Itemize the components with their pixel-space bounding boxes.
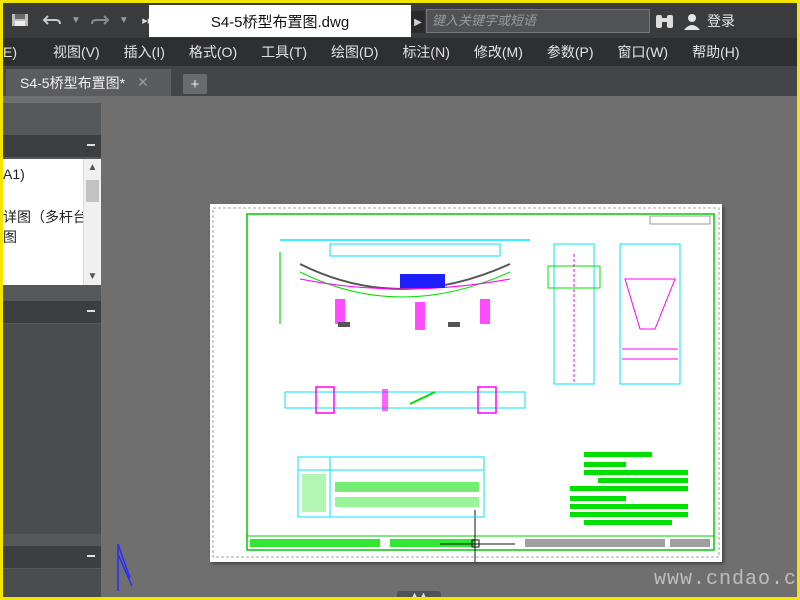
drawing-sheet	[212, 207, 720, 576]
collapse-icon[interactable]	[87, 310, 95, 312]
menu-item-parametric[interactable]: 参数(P)	[535, 42, 606, 62]
layout-paper	[210, 204, 722, 576]
menu-item-help[interactable]: 帮助(H)	[680, 42, 751, 62]
vertical-scrollbar[interactable]: ▲ ▼	[83, 159, 101, 285]
collapse-icon[interactable]	[87, 555, 95, 557]
undo-dropdown-icon[interactable]: ▼	[71, 15, 81, 26]
panel-header	[3, 301, 101, 323]
user-icon	[684, 14, 700, 30]
menu-item-tools[interactable]: 工具(T)	[249, 42, 319, 62]
list-item[interactable]: A1)	[3, 166, 25, 182]
binoculars-icon[interactable]	[654, 12, 676, 30]
expand-icon[interactable]: ▶	[411, 11, 425, 33]
search-input[interactable]: 键入关键字或短语	[426, 9, 650, 33]
menu-item-edit[interactable]: E)	[3, 44, 41, 60]
title-bar: ▼ ▼ ▸▸ S4-5桥型布置图.dwg ▶ 键入关键字或短语 登录	[3, 3, 797, 38]
menu-item-insert[interactable]: 插入(I)	[112, 42, 177, 62]
panel-body	[3, 569, 101, 597]
login-label[interactable]: 登录	[707, 11, 735, 31]
menu-item-draw[interactable]: 绘图(D)	[319, 42, 390, 62]
document-title: S4-5桥型布置图.dwg	[149, 5, 411, 37]
file-tab-bar: S4-5桥型布置图* ✕ +	[3, 66, 797, 96]
quick-access-toolbar: ▼ ▼ ▸▸	[7, 7, 161, 33]
redo-icon[interactable]	[87, 9, 113, 31]
close-icon[interactable]: ✕	[137, 74, 149, 91]
app-window: ▼ ▼ ▸▸ S4-5桥型布置图.dwg ▶ 键入关键字或短语 登录 E) 视图…	[3, 3, 797, 597]
menu-bar: E) 视图(V) 插入(I) 格式(O) 工具(T) 绘图(D) 标注(N) 修…	[3, 38, 797, 66]
drawing-canvas[interactable]	[104, 96, 797, 597]
save-icon[interactable]	[7, 9, 33, 31]
tool-palette: A1) 详图（多杆台 图 ▲ ▼	[3, 103, 101, 597]
scroll-up-icon[interactable]: ▲	[84, 159, 101, 176]
add-tab-button[interactable]: +	[183, 74, 207, 94]
panel-header	[3, 135, 101, 157]
login-area[interactable]: 登录	[683, 11, 735, 31]
menu-item-window[interactable]: 窗口(W)	[606, 42, 681, 62]
menu-item-view[interactable]: 视图(V)	[41, 42, 112, 62]
file-tab[interactable]: S4-5桥型布置图* ✕	[6, 69, 171, 96]
list-item[interactable]: 详图（多杆台	[3, 207, 87, 227]
redo-dropdown-icon[interactable]: ▼	[119, 15, 129, 26]
menu-item-dimension[interactable]: 标注(N)	[390, 42, 461, 62]
file-tab-label: S4-5桥型布置图*	[20, 74, 126, 91]
menu-item-modify[interactable]: 修改(M)	[462, 42, 535, 62]
layout-list[interactable]: A1) 详图（多杆台 图 ▲ ▼	[3, 159, 101, 285]
panel-body	[3, 324, 101, 534]
scroll-thumb[interactable]	[86, 180, 99, 202]
list-item[interactable]: 图	[3, 227, 17, 247]
panel-header	[3, 546, 101, 568]
watermark: www.cndao.com	[654, 568, 797, 591]
undo-icon[interactable]	[39, 9, 65, 31]
menu-item-format[interactable]: 格式(O)	[177, 42, 249, 62]
collapse-icon[interactable]	[87, 144, 95, 146]
command-line-handle[interactable]: ▲▲	[397, 591, 441, 597]
scroll-down-icon[interactable]: ▼	[84, 268, 101, 285]
